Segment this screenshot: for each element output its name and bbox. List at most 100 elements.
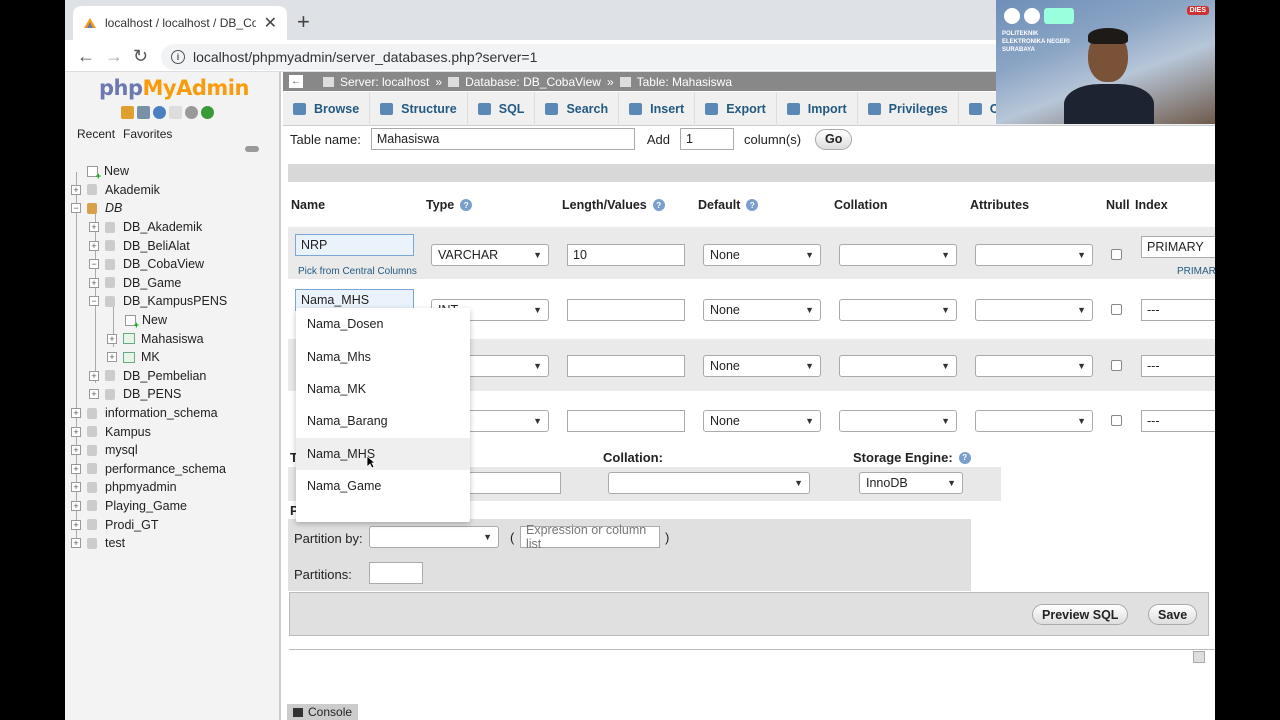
site-info-icon[interactable]: i: [171, 50, 185, 64]
tab-import[interactable]: Import: [777, 92, 858, 126]
breadcrumb-database[interactable]: Database: DB_CobaView: [465, 75, 601, 89]
null-checkbox[interactable]: [1111, 249, 1122, 260]
tree-item-db-pembelian[interactable]: + DB_Pembelian: [71, 367, 227, 386]
tree-item-db-pens[interactable]: + DB_PENS: [71, 385, 227, 404]
tree-item-db-game[interactable]: + DB_Game: [71, 274, 227, 293]
index-select[interactable]: ---: [1141, 299, 1215, 321]
tab-export[interactable]: Export: [695, 92, 777, 126]
attributes-select[interactable]: ▼: [975, 410, 1093, 432]
favorites-tab[interactable]: Favorites: [123, 127, 172, 141]
tree-item-new-table[interactable]: New: [71, 311, 227, 330]
autocomplete-item[interactable]: Nama_Mhs: [296, 340, 470, 372]
length-input[interactable]: 10: [567, 244, 685, 266]
expand-icon[interactable]: +: [89, 370, 99, 381]
console-toggle[interactable]: Console: [287, 704, 359, 720]
reload-nav-icon[interactable]: [201, 106, 214, 119]
collapse-icon[interactable]: −: [71, 203, 81, 214]
expand-icon[interactable]: +: [89, 222, 99, 233]
autocomplete-item[interactable]: Nama_Dosen: [296, 308, 470, 340]
attributes-select[interactable]: ▼: [975, 299, 1093, 321]
tree-item-mahasiswa[interactable]: + Mahasiswa: [71, 329, 227, 348]
home-icon[interactable]: [121, 106, 134, 119]
tree-item-db-akademik[interactable]: + DB_Akademik: [71, 218, 227, 237]
expand-icon[interactable]: +: [89, 240, 99, 251]
length-input[interactable]: [567, 355, 685, 377]
length-input[interactable]: [567, 299, 685, 321]
breadcrumb-server[interactable]: Server: localhost: [340, 75, 429, 89]
table-name-input[interactable]: Mahasiswa: [370, 128, 635, 150]
back-icon[interactable]: ←: [77, 46, 95, 67]
index-select[interactable]: PRIMARY: [1141, 236, 1215, 258]
length-input[interactable]: [567, 410, 685, 432]
help-icon[interactable]: ?: [958, 451, 971, 464]
tab-browse[interactable]: Browse: [283, 92, 371, 126]
save-button[interactable]: Save: [1148, 604, 1198, 625]
expand-icon[interactable]: +: [71, 463, 81, 474]
expand-icon[interactable]: +: [71, 482, 81, 493]
collation-select[interactable]: ▼: [839, 410, 957, 432]
tree-item-db-belialat[interactable]: + DB_BeliAlat: [71, 236, 227, 255]
autocomplete-item[interactable]: Nama_Barang: [296, 405, 470, 437]
tree-item-db-cobaview[interactable]: − DB_CobaView: [71, 255, 227, 274]
expand-icon[interactable]: +: [71, 445, 81, 456]
expand-icon[interactable]: +: [71, 184, 81, 195]
expand-icon[interactable]: +: [71, 500, 81, 511]
index-link[interactable]: PRIMAR: [1177, 266, 1215, 277]
url-field[interactable]: i localhost/phpmyadmin/server_databases.…: [161, 44, 1061, 70]
exit-icon[interactable]: [137, 106, 150, 119]
help-icon[interactable]: ?: [652, 199, 665, 211]
expand-icon[interactable]: +: [107, 333, 117, 344]
attributes-select[interactable]: ▼: [975, 244, 1093, 266]
close-tab-icon[interactable]: ✕: [264, 13, 277, 33]
partitions-input[interactable]: [369, 562, 423, 584]
breadcrumb-table[interactable]: Table: Mahasiswa: [637, 75, 732, 89]
docs-icon[interactable]: [169, 106, 182, 119]
settings-gear-icon[interactable]: [185, 106, 198, 119]
reload-icon[interactable]: ↻: [133, 46, 148, 67]
collation-select[interactable]: ▼: [839, 244, 957, 266]
expand-icon[interactable]: +: [89, 277, 99, 288]
null-checkbox[interactable]: [1111, 415, 1122, 426]
tree-item-db-group[interactable]: − DB: [71, 199, 227, 218]
null-checkbox[interactable]: [1111, 360, 1122, 371]
help-icon[interactable]: ?: [460, 199, 473, 211]
add-columns-input[interactable]: 1: [679, 128, 734, 150]
autocomplete-item[interactable]: Nama_MK: [296, 373, 470, 405]
tree-item-db-kampuspens[interactable]: − DB_KampusPENS: [71, 292, 227, 311]
default-select[interactable]: None ▼: [703, 299, 821, 321]
collation-select[interactable]: ▼: [839, 355, 957, 377]
help-icon[interactable]: ?: [746, 199, 759, 211]
default-select[interactable]: None ▼: [703, 410, 821, 432]
browser-tab[interactable]: localhost / localhost / DB_Coba ✕: [73, 6, 287, 40]
go-button[interactable]: Go: [815, 128, 853, 150]
index-select[interactable]: ---: [1141, 410, 1215, 432]
tab-privileges[interactable]: Privileges: [858, 92, 959, 126]
tab-sql[interactable]: SQL: [468, 92, 536, 126]
attributes-select[interactable]: ▼: [975, 355, 1093, 377]
column-name-input[interactable]: NRP: [295, 234, 414, 256]
expand-icon[interactable]: +: [71, 538, 81, 549]
null-checkbox[interactable]: [1111, 304, 1122, 315]
expand-icon[interactable]: +: [71, 426, 81, 437]
default-select[interactable]: None ▼: [703, 355, 821, 377]
autocomplete-item-hovered[interactable]: Nama_MHS: [296, 437, 470, 470]
page-settings-icon[interactable]: [1193, 651, 1205, 663]
collapse-icon[interactable]: −: [89, 296, 99, 307]
type-select[interactable]: VARCHAR ▼: [431, 244, 549, 266]
tree-item-mk[interactable]: + MK: [71, 348, 227, 367]
partition-expression-input[interactable]: Expression or column list: [520, 523, 660, 551]
tab-insert[interactable]: Insert: [619, 92, 696, 126]
tree-item-performance-schema[interactable]: + performance_schema: [71, 460, 227, 479]
help-icon[interactable]: [153, 106, 166, 119]
storage-engine-select[interactable]: InnoDB ▼: [859, 472, 963, 494]
expand-icon[interactable]: +: [89, 389, 99, 400]
tree-item-mysql[interactable]: + mysql: [71, 441, 227, 460]
collapse-all-icon[interactable]: [245, 146, 259, 152]
collation-select[interactable]: ▼: [839, 299, 957, 321]
tree-item-prodi-gt[interactable]: + Prodi_GT: [71, 515, 227, 534]
new-tab-icon[interactable]: +: [297, 9, 310, 35]
tree-item-akademik[interactable]: + Akademik: [71, 181, 227, 200]
tree-item-test[interactable]: + test: [71, 534, 227, 553]
back-arrow-icon[interactable]: ←: [289, 75, 303, 88]
table-collation-select[interactable]: ▼: [608, 472, 810, 494]
